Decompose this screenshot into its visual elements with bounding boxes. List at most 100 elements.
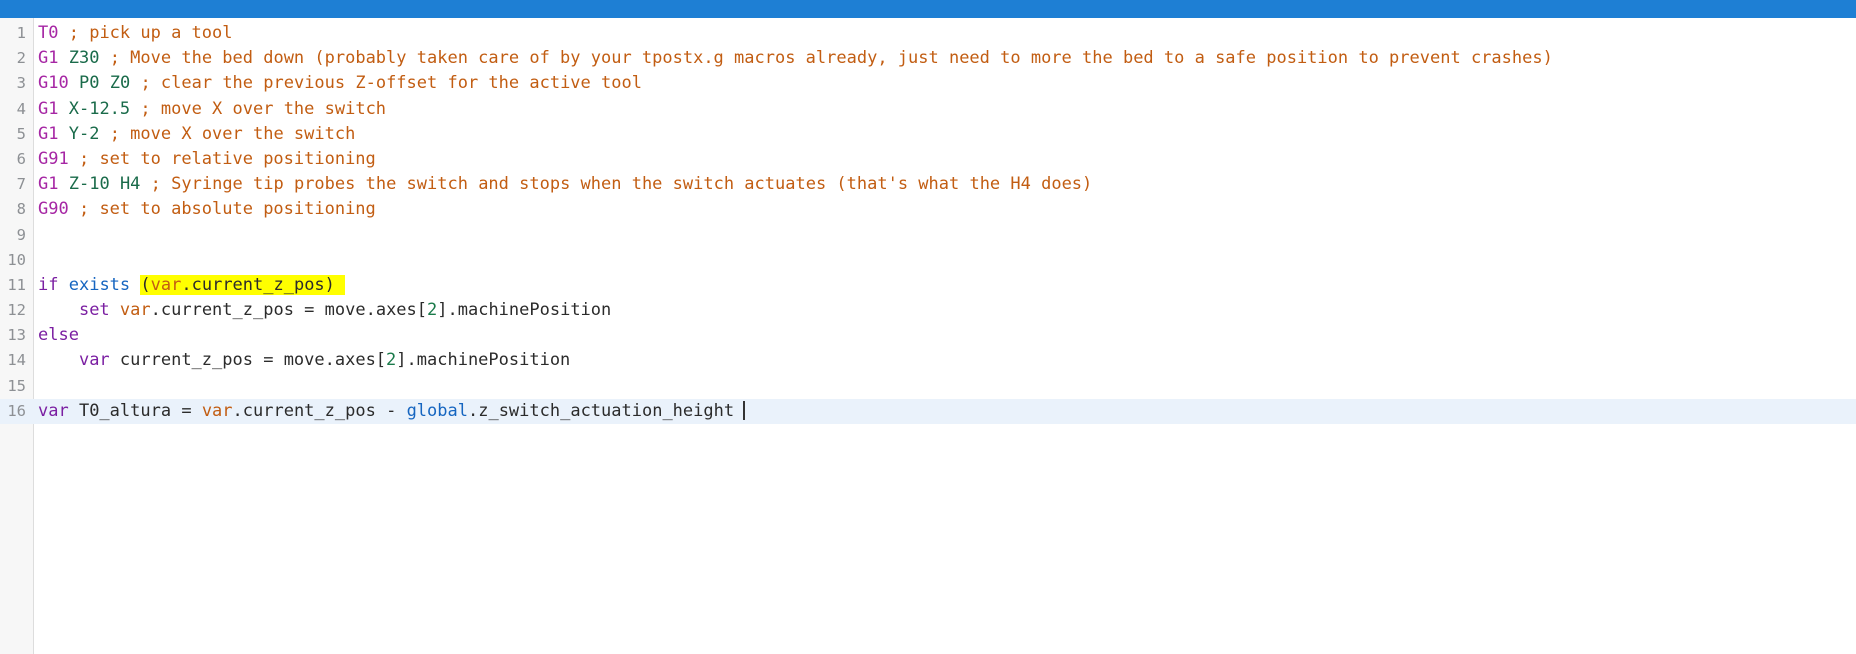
text-cursor — [743, 400, 745, 420]
search-highlight-token: var — [150, 274, 182, 295]
code-token: = — [181, 400, 192, 421]
line-number: 5 — [16, 124, 26, 143]
code-token: Z0 — [109, 73, 131, 94]
line-number: 15 — [7, 376, 26, 395]
window-titlebar — [0, 0, 1856, 18]
code-text[interactable]: G1 Y-2 ; move X over the switch — [33, 122, 1856, 147]
code-token: P0 — [78, 73, 100, 94]
code-token: G1 — [38, 174, 59, 195]
line-number: 9 — [16, 225, 26, 244]
code-line[interactable]: 16 var T0_altura = var.current_z_pos - gl… — [0, 398, 1856, 424]
line-number: 10 — [7, 250, 26, 269]
code-token: T0_altura — [68, 400, 182, 421]
search-highlight-token: ( — [140, 274, 151, 295]
line-number: 7 — [16, 175, 26, 194]
code-token: ].machinePosition — [396, 350, 571, 371]
editor-area[interactable]: 1 T0 ; pick up a tool 2 G1 Z30 ; Move the b… — [0, 18, 1856, 654]
code-token: .current_z_pos — [232, 400, 387, 421]
code-line[interactable]: 8 G90 ; set to absolute positioning — [0, 197, 1856, 222]
code-editor-window: 1 T0 ; pick up a tool 2 G1 Z30 ; Move the b… — [0, 0, 1856, 654]
code-text[interactable]: G91 ; set to relative positioning — [33, 147, 1856, 172]
code-line[interactable]: 10 — [0, 248, 1856, 273]
code-text[interactable]: G1 X-12.5 ; move X over the switch — [33, 97, 1856, 122]
line-number: 2 — [16, 49, 26, 68]
code-line[interactable]: 3 G10 P0 Z0 ; clear the previous Z-offset… — [0, 71, 1856, 96]
search-highlight-token: .current_z_pos) — [181, 274, 335, 295]
code-line[interactable]: 15 — [0, 374, 1856, 399]
code-line[interactable]: 5 G1 Y-2 ; move X over the switch — [0, 122, 1856, 147]
code-line[interactable]: 1 T0 ; pick up a tool — [0, 21, 1856, 46]
code-text[interactable]: G90 ; set to absolute positioning — [33, 197, 1856, 222]
line-number: 8 — [16, 200, 26, 219]
code-text[interactable]: set var.current_z_pos = move.axes[2].mac… — [33, 298, 1856, 323]
line-number: 16 — [7, 401, 26, 420]
code-line[interactable]: 12 set var.current_z_pos = move.axes[2].… — [0, 298, 1856, 323]
code-token: ].machinePosition — [437, 300, 612, 321]
line-number: 14 — [7, 351, 26, 370]
code-line[interactable]: 6 G91 ; set to relative positioning — [0, 147, 1856, 172]
code-token: G91 — [38, 148, 69, 169]
code-token: ; clear the previous Z-offset for the ac… — [140, 73, 642, 94]
code-token: ; pick up a tool — [68, 23, 233, 43]
code-text[interactable]: else — [33, 323, 1856, 348]
code-token: G90 — [38, 199, 69, 220]
code-line[interactable]: 14 var current_z_pos = move.axes[2].mach… — [0, 348, 1856, 373]
code-line[interactable]: 7 G1 Z-10 H4 ; Syringe tip probes the swi… — [0, 172, 1856, 197]
line-number: 4 — [16, 99, 26, 118]
code-token: ; move X over the switch — [109, 123, 356, 144]
code-token: G1 — [38, 123, 59, 144]
code-token: Z-10 — [68, 174, 110, 195]
code-token: ; Move the bed down (probably taken care… — [109, 48, 1553, 69]
code-text[interactable]: G10 P0 Z0 ; clear the previous Z-offset … — [33, 71, 1856, 96]
code-token: - — [386, 400, 397, 421]
code-text[interactable]: var current_z_pos = move.axes[2].machine… — [33, 348, 1856, 373]
code-token: 2 — [386, 350, 397, 371]
code-text[interactable]: G1 Z30 ; Move the bed down (probably tak… — [33, 46, 1856, 71]
code-token: else — [38, 325, 79, 346]
code-token: var — [38, 400, 69, 421]
code-line[interactable]: 13 else — [0, 323, 1856, 348]
line-number: 1 — [16, 24, 26, 42]
line-number: 12 — [7, 301, 26, 320]
code-token: var — [78, 350, 110, 371]
code-token: G1 — [38, 98, 59, 119]
search-highlight-token — [334, 274, 346, 295]
code-text[interactable]: if exists (var.current_z_pos) — [33, 273, 1856, 298]
line-number: 13 — [7, 326, 26, 345]
line-number: 11 — [7, 275, 26, 294]
code-text[interactable]: var T0_altura = var.current_z_pos - glob… — [33, 399, 1856, 424]
code-token: var — [201, 400, 233, 421]
code-token: move.axes[ — [314, 300, 428, 321]
code-token: global — [406, 400, 468, 421]
code-token: T0 — [38, 23, 59, 43]
code-line[interactable]: 4 G1 X-12.5 ; move X over the switch — [0, 97, 1856, 122]
code-lines[interactable]: 1 T0 ; pick up a tool 2 G1 Z30 ; Move the b… — [0, 18, 1856, 424]
code-line[interactable]: 2 G1 Z30 ; Move the bed down (probably ta… — [0, 46, 1856, 71]
code-token: .z_switch_actuation_height — [467, 400, 735, 421]
code-line[interactable]: 11 if exists (var.current_z_pos) — [0, 273, 1856, 298]
code-token: if — [38, 274, 59, 295]
code-line[interactable]: 9 — [0, 223, 1856, 248]
code-text[interactable]: G1 Z-10 H4 ; Syringe tip probes the swit… — [33, 172, 1856, 197]
code-text[interactable]: T0 ; pick up a tool — [33, 21, 1856, 46]
code-token: ; move X over the switch — [140, 98, 387, 119]
code-token: G1 — [38, 48, 59, 69]
code-token: ; set to absolute positioning — [78, 199, 376, 220]
